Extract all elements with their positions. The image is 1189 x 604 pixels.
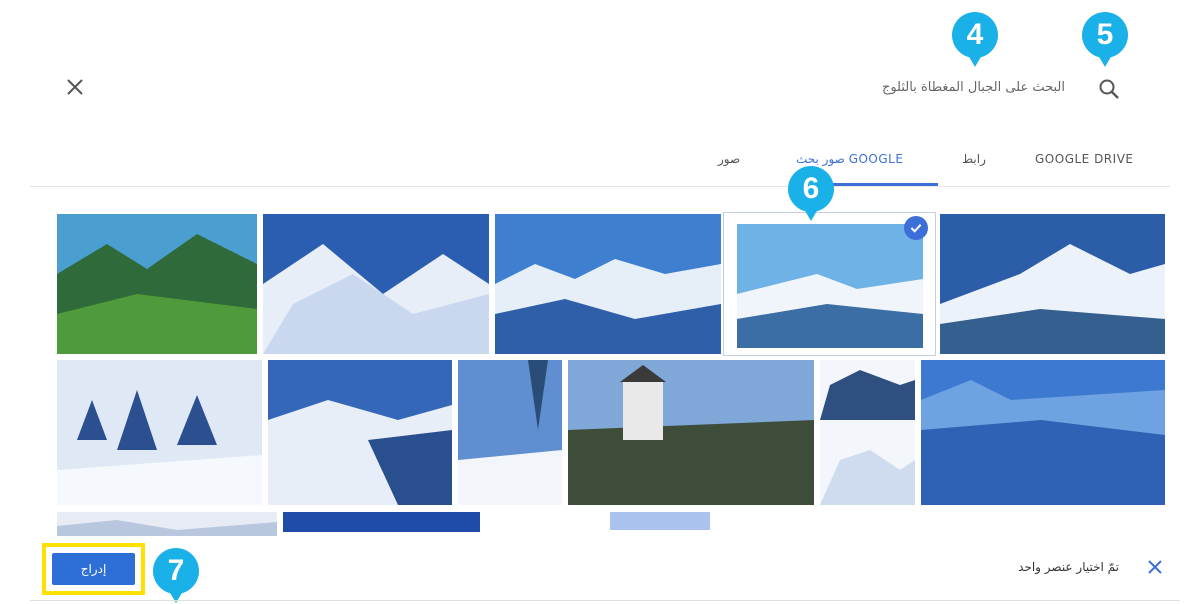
annotation-badge-7: 7 [153,548,199,603]
tab-google-image-search[interactable]: صور بحث GOOGLE [796,152,903,166]
image-result[interactable] [268,360,452,505]
image-result[interactable] [568,360,814,505]
annotation-badge-4: 4 [952,12,998,67]
search-icon[interactable] [1096,76,1122,102]
check-icon [904,216,928,240]
image-result[interactable] [940,214,1165,354]
tab-google-drive[interactable]: GOOGLE DRIVE [1035,152,1133,166]
image-result[interactable] [57,360,262,505]
source-tabs: GOOGLE DRIVE رابط صور بحث GOOGLE صور [700,150,1160,186]
image-result[interactable] [820,360,915,505]
close-icon[interactable] [62,74,88,100]
image-result-selected[interactable] [737,224,923,348]
search-query-text[interactable]: البحث على الجبال المغطاة بالثلوج [882,80,1065,95]
annotation-badge-6: 6 [788,166,834,221]
image-result[interactable] [495,214,721,354]
image-result[interactable] [57,214,257,354]
image-result[interactable] [921,360,1165,505]
annotation-badge-5: 5 [1082,12,1128,67]
tabs-divider [30,186,1170,187]
bottom-divider [30,600,1180,601]
image-result[interactable] [263,214,489,354]
insert-button-highlight: إدراج [42,543,145,595]
tab-link[interactable]: رابط [962,152,986,166]
image-result[interactable] [610,512,710,530]
tab-images[interactable]: صور [718,152,740,166]
image-results-grid [40,196,1175,536]
selection-status: تمّ اختيار عنصر واحد [1018,560,1119,574]
image-result[interactable] [283,512,480,532]
insert-button[interactable]: إدراج [52,553,135,585]
image-result[interactable] [57,512,277,536]
deselect-icon[interactable] [1144,556,1166,578]
image-result[interactable] [458,360,562,505]
